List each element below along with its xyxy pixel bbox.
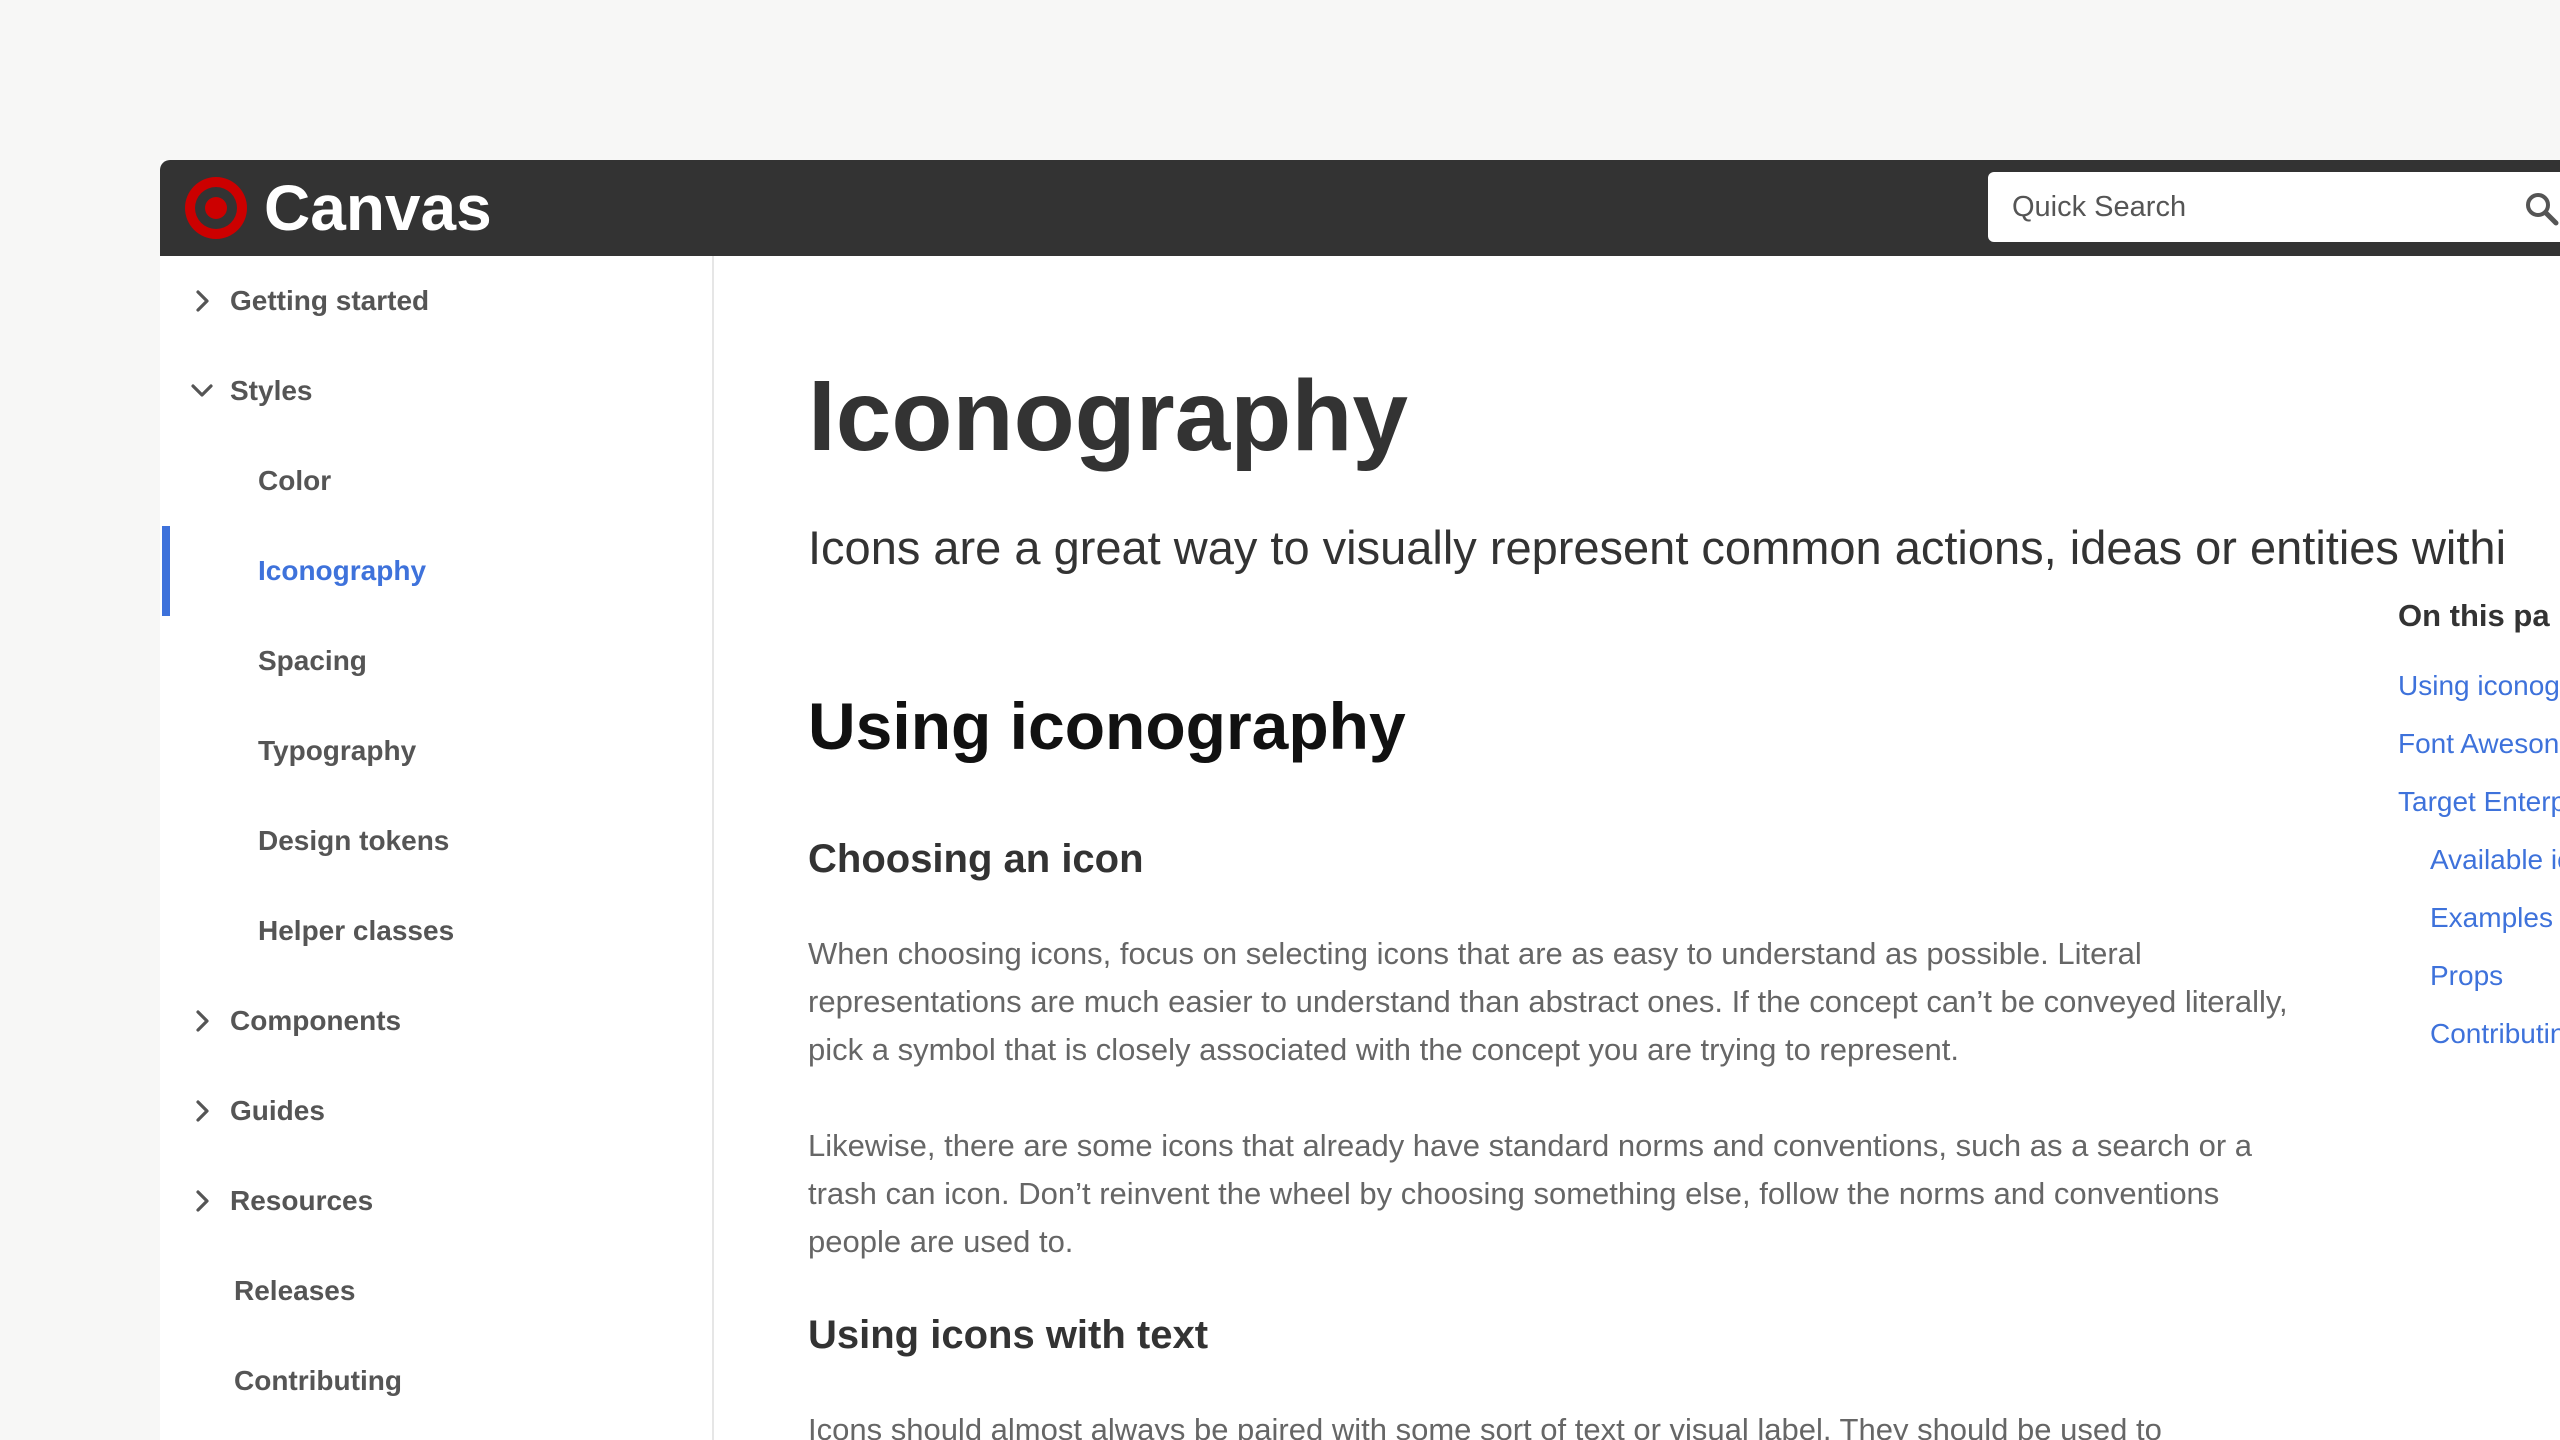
sidebar-item-styles[interactable]: Styles [160,346,712,436]
sidebar-item-releases[interactable]: Releases [160,1246,712,1336]
sidebar-item-iconography[interactable]: Iconography [160,526,712,616]
toc-link-using-iconography[interactable]: Using iconog [2398,666,2560,706]
sidebar-item-spacing[interactable]: Spacing [160,616,712,706]
app-window: Canvas Getting started Styles Color Icon… [160,160,2560,1440]
brand-title[interactable]: Canvas [264,172,492,244]
lead-paragraph: Icons are a great way to visually repres… [808,521,2507,574]
sidebar-item-components[interactable]: Components [160,976,712,1066]
toc-link-available-icons[interactable]: Available ic [2430,840,2560,880]
sidebar-item-guides[interactable]: Guides [160,1066,712,1156]
chevron-right-icon [196,1100,209,1122]
toc-link-props[interactable]: Props [2430,956,2503,996]
subsection-heading-icons-with-text: Using icons with text [808,1313,1209,1357]
sidebar-item-label: Styles [230,375,313,406]
chevron-right-icon [196,1010,209,1032]
sidebar-item-helper-classes[interactable]: Helper classes [160,886,712,976]
paragraph-norms: Likewise, there are some icons that alre… [808,1128,2253,1259]
sidebar-item-design-tokens[interactable]: Design tokens [160,796,712,886]
toc-link-target-enterprise[interactable]: Target Enterp [2398,782,2560,822]
target-bullseye-icon[interactable] [182,174,250,242]
page-title: Iconography [808,360,1409,472]
chevron-right-icon [196,290,209,312]
active-indicator [162,526,170,616]
section-heading: Using iconography [808,689,1406,763]
main-content: Iconography Icons are a great way to vis… [714,256,2560,1440]
sidebar-item-label: Color [258,465,332,496]
sidebar-item-getting-started[interactable]: Getting started [160,256,712,346]
sidebar-item-label: Components [230,1005,402,1036]
chevron-right-icon [196,1190,209,1212]
sidebar-navigation: Getting started Styles Color Iconography… [160,256,714,1440]
quick-search-box[interactable] [1988,172,2560,242]
toc-link-contributing[interactable]: Contributin [2430,1014,2560,1054]
search-input[interactable] [1988,172,2508,242]
subsection-heading-choosing: Choosing an icon [808,837,1144,881]
sidebar-item-label: Helper classes [258,915,455,946]
paragraph-icons-with-text: Icons should almost always be paired wit… [808,1412,2162,1440]
sidebar-item-label: Iconography [258,555,427,586]
toc-link-font-awesome[interactable]: Font Aweson [2398,724,2559,764]
on-this-page-title: On this pa [2398,598,2550,633]
top-navigation-bar: Canvas [160,160,2560,256]
sidebar-item-label: Resources [230,1185,374,1216]
chevron-down-icon [191,384,213,397]
sidebar-item-label: Guides [230,1095,325,1126]
sidebar-item-label: Getting started [230,285,430,316]
sidebar-item-label: Typography [258,735,417,766]
sidebar-item-color[interactable]: Color [160,436,712,526]
toc-link-examples[interactable]: Examples [2430,898,2553,938]
sidebar-item-label: Releases [234,1275,356,1306]
sidebar-item-resources[interactable]: Resources [160,1156,712,1246]
sidebar-item-typography[interactable]: Typography [160,706,712,796]
sidebar-item-label: Design tokens [258,825,450,856]
sidebar-item-label: Spacing [258,645,367,676]
sidebar-item-label: Contributing [234,1365,402,1396]
paragraph-choosing-icons: When choosing icons, focus on selecting … [808,936,2288,1067]
search-icon[interactable] [2525,192,2559,226]
sidebar-item-contributing[interactable]: Contributing [160,1336,712,1426]
